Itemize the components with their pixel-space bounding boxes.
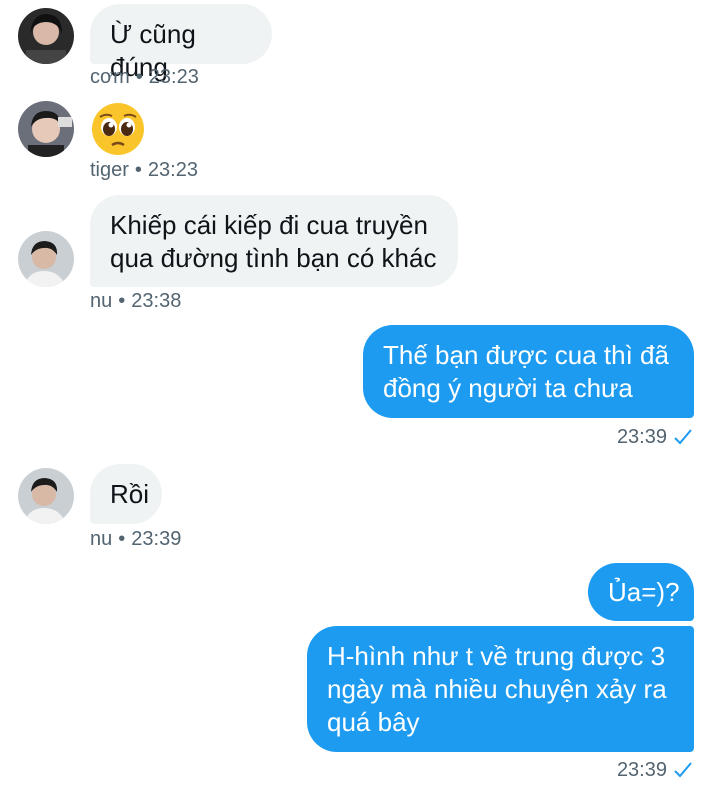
- sender-name: nu: [90, 290, 113, 312]
- message-text-line: đồng ý người ta chưa: [383, 373, 633, 403]
- message-text-line: H-hình như t về trung được 3: [327, 641, 666, 671]
- read-check-icon: [674, 762, 692, 778]
- message-bubble[interactable]: Khiếp cái kiếp đi cua truyền qua đường t…: [90, 195, 458, 287]
- message-text-line: quá bây: [327, 707, 420, 737]
- avatar-tiger[interactable]: [18, 101, 74, 157]
- timestamp: 23:39: [131, 528, 182, 550]
- message-meta: cơm • 23:23: [90, 66, 199, 88]
- timestamp: 23:23: [148, 66, 199, 88]
- read-check-icon: [674, 429, 692, 445]
- message-bubble-outgoing[interactable]: Ủa=)?: [588, 563, 694, 621]
- message-bubble-outgoing[interactable]: H-hình như t về trung được 3 ngày mà nhi…: [307, 626, 694, 752]
- message-text-line: Khiếp cái kiếp đi cua truyền: [110, 210, 428, 240]
- avatar-nu[interactable]: [18, 231, 74, 287]
- sender-name: cơm: [90, 66, 130, 88]
- message-meta: tiger • 23:23: [90, 159, 198, 181]
- message-bubble-outgoing[interactable]: Thế bạn được cua thì đã đồng ý người ta …: [363, 325, 694, 418]
- message-meta: 23:39: [617, 758, 693, 782]
- message-bubble[interactable]: Ừ cũng đúng: [90, 4, 272, 82]
- message-meta: nu • 23:39: [90, 528, 182, 550]
- pleading-face-icon: [92, 103, 144, 155]
- message-text-line: qua đường tình bạn có khác: [110, 243, 437, 273]
- message-text: Rồi: [110, 479, 150, 509]
- message-text: Ủa=)?: [608, 577, 680, 607]
- timestamp: 23:39: [616, 426, 667, 448]
- avatar-nu[interactable]: [18, 468, 74, 524]
- timestamp: 23:38: [131, 290, 182, 312]
- timestamp: 23:23: [147, 159, 198, 181]
- message-meta: 23:39: [617, 425, 693, 449]
- sender-name: nu: [90, 528, 113, 550]
- message-meta: nu • 23:38: [90, 290, 182, 312]
- message-text-line: ngày mà nhiều chuyện xảy ra: [327, 674, 667, 704]
- timestamp: 23:39: [616, 759, 667, 781]
- message-text-line: Thế bạn được cua thì đã: [383, 340, 669, 370]
- avatar-com[interactable]: [18, 8, 74, 64]
- sender-name: tiger: [90, 159, 129, 181]
- message-bubble[interactable]: Rồi: [90, 464, 162, 524]
